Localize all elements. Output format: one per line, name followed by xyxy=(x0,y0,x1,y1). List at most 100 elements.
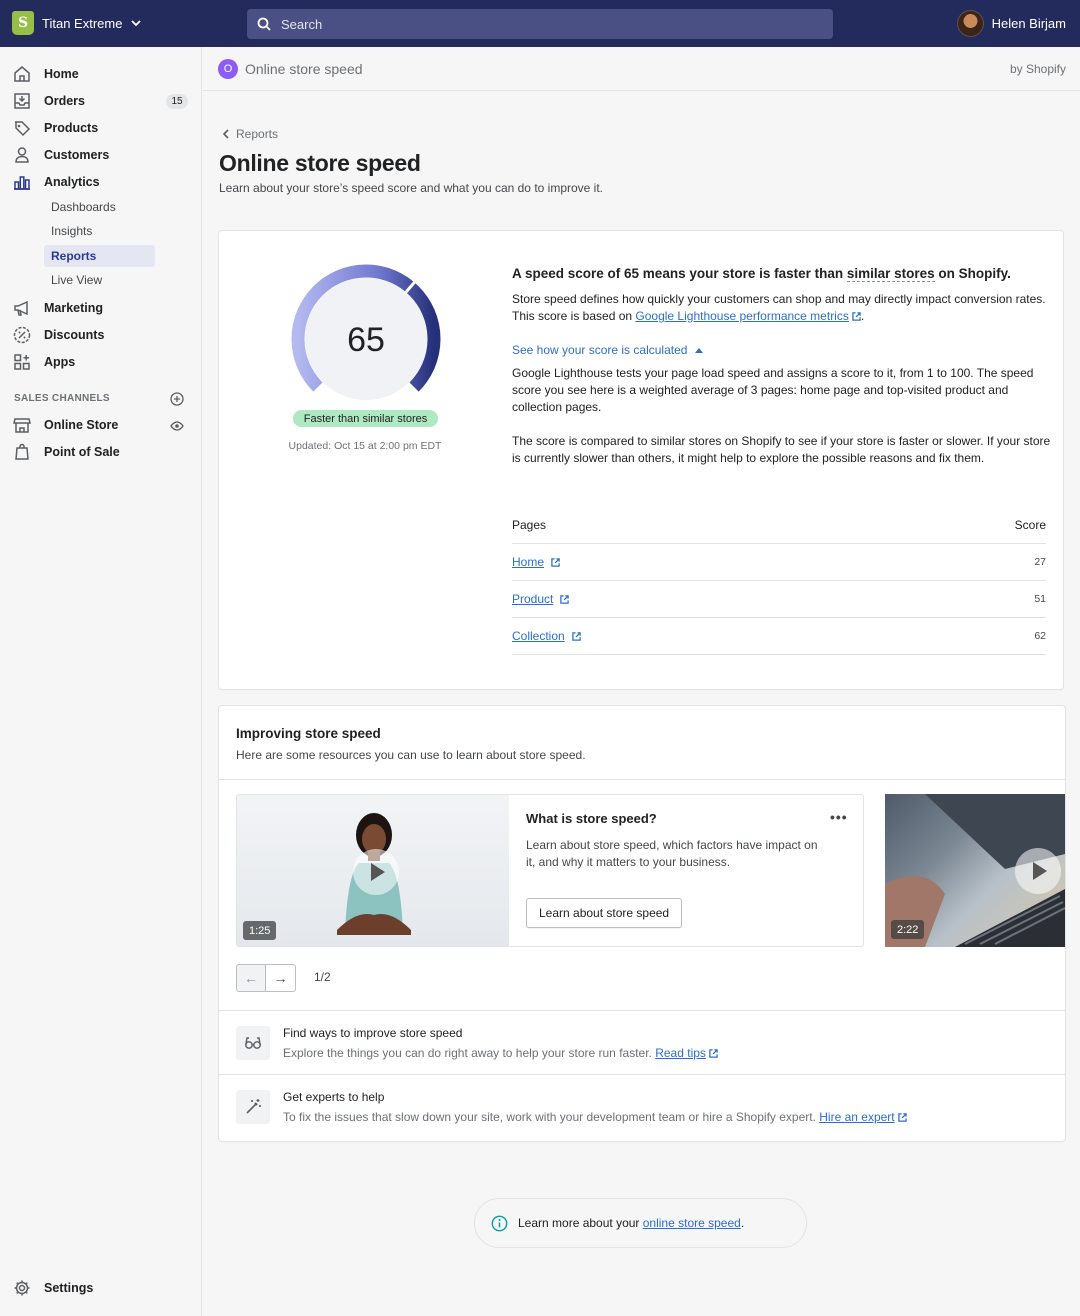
sidebar-item-discounts[interactable]: Discounts xyxy=(12,324,104,346)
video-description: Learn about store speed, which factors h… xyxy=(526,838,818,869)
video-card: 1:25 What is store speed? ••• Learn abou… xyxy=(236,794,864,947)
home-page-link[interactable]: Home xyxy=(512,555,544,569)
sidebar-item-label: Apps xyxy=(44,355,76,369)
speed-score-card: 65 Faster than similar stores Updated: O… xyxy=(219,231,1063,689)
similar-stores-tooltip[interactable]: similar stores xyxy=(846,266,935,282)
video-thumbnail[interactable]: 1:25 xyxy=(237,795,509,946)
external-link-icon xyxy=(852,312,861,321)
megaphone-icon xyxy=(14,300,28,316)
lighthouse-link[interactable]: Google Lighthouse performance metrics xyxy=(635,309,848,323)
resource-title: Find ways to improve store speed xyxy=(283,1026,463,1040)
app-icon: O xyxy=(218,59,238,79)
sidebar-item-label: Online Store xyxy=(44,418,119,432)
add-channel-icon[interactable] xyxy=(170,392,184,406)
score-calculation-toggle[interactable]: See how your score is calculated xyxy=(512,343,704,357)
external-link-icon xyxy=(897,1113,907,1122)
sidebar-subitem-reports[interactable]: Reports xyxy=(44,245,155,267)
sidebar-item-orders[interactable]: Orders xyxy=(12,90,85,112)
product-page-link[interactable]: Product xyxy=(512,592,553,606)
sidebar-item-analytics[interactable]: Analytics xyxy=(12,171,100,193)
sidebar-item-apps[interactable]: Apps xyxy=(12,351,75,373)
sidebar-item-settings[interactable]: Settings xyxy=(12,1277,93,1299)
table-row: Product 51 xyxy=(512,581,1046,618)
calculation-explanation-2: The score is compared to similar stores … xyxy=(512,434,1051,465)
collection-page-link[interactable]: Collection xyxy=(512,629,565,643)
sidebar-item-home[interactable]: Home xyxy=(12,63,79,85)
breadcrumb[interactable]: Reports xyxy=(222,127,278,141)
sidebar-subitem-dashboards[interactable]: Dashboards xyxy=(44,196,155,218)
analytics-icon xyxy=(14,176,30,190)
more-options-icon[interactable]: ••• xyxy=(830,809,848,825)
page-count: 1/2 xyxy=(314,970,331,984)
col-score: Score xyxy=(1014,518,1046,532)
footer-help: Learn more about your online store speed… xyxy=(474,1198,807,1248)
learn-store-speed-button[interactable]: Learn about store speed xyxy=(526,898,683,928)
sidebar-item-label: Settings xyxy=(44,1281,94,1295)
resource-icon-wand xyxy=(236,1090,270,1124)
video-thumbnail-2[interactable]: 2:22 xyxy=(885,794,1065,947)
store-name: Titan Extreme xyxy=(42,15,123,31)
score-value: 65 xyxy=(347,321,385,359)
updated-timestamp: Updated: Oct 15 at 2:00 pm EDT xyxy=(288,440,442,452)
score-cell: 62 xyxy=(1034,630,1046,642)
resources-subtitle: Here are some resources you can use to l… xyxy=(236,748,586,762)
sidebar-item-customers[interactable]: Customers xyxy=(12,144,109,166)
sidebar-item-products[interactable]: Products xyxy=(12,117,98,139)
search-input[interactable]: Search xyxy=(247,9,833,39)
next-button[interactable]: → xyxy=(266,964,296,992)
gear-icon xyxy=(14,1280,30,1296)
customer-icon xyxy=(15,147,29,163)
prev-button[interactable]: ← xyxy=(236,964,266,992)
store-icon xyxy=(13,418,31,433)
shopify-logo-icon: S xyxy=(12,11,34,35)
external-link-icon xyxy=(551,558,560,567)
table-header: Pages Score xyxy=(512,512,1046,544)
read-tips-link[interactable]: Read tips xyxy=(655,1046,706,1060)
resources-title: Improving store speed xyxy=(236,726,381,741)
search-icon xyxy=(257,17,271,31)
sidebar-item-marketing[interactable]: Marketing xyxy=(12,297,103,319)
avatar xyxy=(956,10,984,37)
sidebar-item-point-of-sale[interactable]: Point of Sale xyxy=(12,441,120,463)
sidebar-item-label: Products xyxy=(44,121,99,135)
resource-icon-glasses xyxy=(236,1026,270,1060)
sidebar-item-label: Analytics xyxy=(44,175,100,189)
app-header: O Online store speed by Shopify xyxy=(203,47,1080,91)
resource-desc-text: Explore the things you can do right away… xyxy=(283,1046,656,1060)
sidebar-subitem-live-view[interactable]: Live View xyxy=(44,269,155,291)
view-eye-icon[interactable] xyxy=(170,419,184,433)
score-cell: 27 xyxy=(1034,556,1046,568)
user-name: Helen Birjam xyxy=(991,16,1066,31)
breadcrumb-label: Reports xyxy=(236,127,279,141)
sidebar-item-label: Orders xyxy=(44,94,85,108)
video-duration: 1:25 xyxy=(243,921,277,940)
sidebar-item-label: Marketing xyxy=(44,301,104,315)
sidebar-subitem-insights[interactable]: Insights xyxy=(44,220,155,242)
resource-description: To fix the issues that slow down your si… xyxy=(283,1110,907,1124)
video-duration-2: 2:22 xyxy=(891,920,925,939)
external-link-icon xyxy=(571,632,581,641)
external-link-icon xyxy=(709,1049,718,1058)
table-row: Collection 62 xyxy=(512,618,1046,655)
divider xyxy=(219,779,1065,780)
score-description: Store speed defines how quickly your cus… xyxy=(512,291,1052,325)
search-placeholder: Search xyxy=(281,16,323,32)
headline-text-end: on Shopify. xyxy=(934,266,1011,281)
status-badge: Faster than similar stores xyxy=(293,410,438,427)
chevron-down-icon xyxy=(131,20,142,27)
footer-text-pre: Learn more about your xyxy=(518,1216,643,1230)
user-menu[interactable]: Helen Birjam xyxy=(956,10,1066,37)
sidebar-item-online-store[interactable]: Online Store xyxy=(12,414,118,436)
store-switcher[interactable]: S Titan Extreme xyxy=(12,11,142,35)
pos-bag-icon xyxy=(15,443,29,460)
tag-icon xyxy=(15,121,31,137)
play-button[interactable] xyxy=(353,849,399,895)
online-store-speed-link[interactable]: online store speed xyxy=(643,1216,741,1230)
hire-expert-link[interactable]: Hire an expert xyxy=(819,1110,894,1124)
sales-channels-heading: SALES CHANNELS xyxy=(14,393,110,404)
col-pages: Pages xyxy=(512,518,547,532)
play-button-2[interactable] xyxy=(1015,848,1061,894)
resource-description: Explore the things you can do right away… xyxy=(283,1046,718,1060)
resource-title: Get experts to help xyxy=(283,1090,385,1104)
improving-speed-card: Improving store speed Here are some reso… xyxy=(219,706,1065,1141)
